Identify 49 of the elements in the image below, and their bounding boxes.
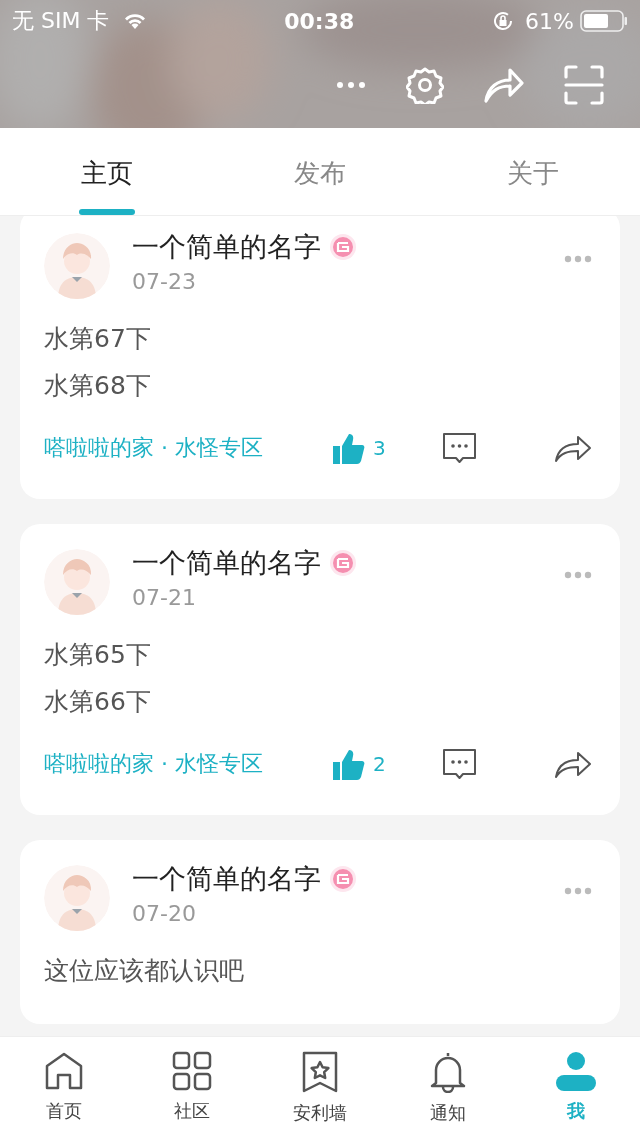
comment-icon[interactable] bbox=[442, 747, 477, 781]
avatar bbox=[44, 233, 110, 299]
post-date: 07-20 bbox=[132, 900, 197, 926]
home-icon bbox=[44, 1051, 84, 1091]
battery-percent: 61% bbox=[525, 8, 574, 34]
post-text: 这位应该都认识吧 bbox=[44, 955, 244, 987]
nav-item[interactable]: 社区 bbox=[174, 1099, 210, 1123]
level-badge-icon bbox=[329, 548, 357, 577]
post-text: 水第67下 bbox=[44, 323, 151, 355]
post-text: 水第68下 bbox=[44, 370, 151, 402]
level-badge-icon bbox=[329, 864, 357, 893]
level-badge-icon bbox=[329, 232, 357, 261]
author-name: 一个简单的名字 bbox=[132, 861, 321, 896]
wifi-icon bbox=[123, 12, 148, 30]
bell-icon bbox=[428, 1051, 468, 1093]
post-text: 水第65下 bbox=[44, 639, 151, 671]
like-count: 2 bbox=[373, 752, 386, 776]
carrier-text: 无 SIM 卡 bbox=[12, 7, 110, 35]
person-icon bbox=[555, 1051, 597, 1091]
post-date: 07-21 bbox=[132, 584, 197, 610]
tab[interactable]: 主页 bbox=[80, 156, 133, 191]
like-count: 3 bbox=[373, 436, 386, 460]
share-icon[interactable] bbox=[554, 749, 592, 779]
tab-indicator bbox=[78, 209, 135, 215]
comment-icon[interactable] bbox=[442, 431, 477, 465]
thumbs-up-icon[interactable] bbox=[332, 747, 365, 781]
nav-item[interactable]: 通知 bbox=[430, 1101, 466, 1125]
bookmark-star-icon bbox=[300, 1051, 340, 1093]
battery-icon bbox=[580, 10, 628, 32]
grid-icon bbox=[172, 1051, 212, 1091]
clock-text: 00:38 bbox=[284, 8, 355, 34]
nav-item[interactable]: 首页 bbox=[46, 1099, 82, 1123]
tab[interactable]: 发布 bbox=[294, 156, 346, 191]
tab[interactable]: 关于 bbox=[507, 156, 560, 191]
scan-icon[interactable] bbox=[564, 65, 604, 105]
post-text: 水第66下 bbox=[44, 686, 151, 718]
author-name: 一个简单的名字 bbox=[132, 229, 321, 264]
post-date: 07-23 bbox=[132, 268, 197, 294]
more-icon[interactable] bbox=[336, 81, 366, 89]
more-icon[interactable] bbox=[564, 255, 592, 263]
thumbs-up-icon[interactable] bbox=[332, 431, 365, 465]
settings-icon[interactable] bbox=[406, 66, 444, 104]
nav-item[interactable]: 安利墙 bbox=[293, 1101, 347, 1125]
avatar bbox=[44, 549, 110, 615]
more-icon[interactable] bbox=[564, 571, 592, 579]
share-icon[interactable] bbox=[554, 433, 592, 463]
author-name: 一个简单的名字 bbox=[132, 545, 321, 580]
more-icon[interactable] bbox=[564, 887, 592, 895]
avatar bbox=[44, 865, 110, 931]
